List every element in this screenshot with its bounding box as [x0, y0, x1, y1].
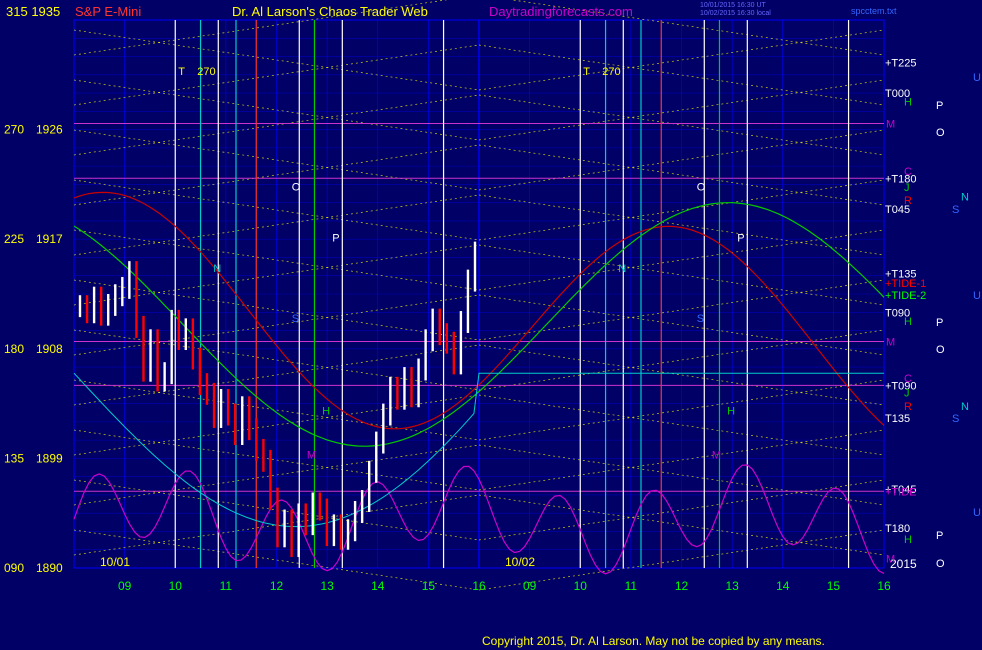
x-tick-hour: 15: [827, 579, 841, 593]
y-tick-deg: 225: [4, 232, 24, 246]
date-label: 10/01: [100, 555, 130, 569]
chart-svg: 090 1890 135 1899 180 1908 225 1917 270 1926 09 10 1…: [4, 0, 981, 593]
date-label: 10/02: [505, 555, 535, 569]
y-tick-deg: 180: [4, 342, 24, 356]
right-axis-label: H: [904, 534, 912, 546]
x-tick-hour: 11: [220, 579, 233, 593]
right-axis-label: H: [904, 97, 912, 109]
y-tick-deg: 270: [4, 123, 24, 137]
x-tick-hour: 16: [472, 579, 486, 593]
planet-letter: S: [697, 313, 704, 325]
right-axis-label: M: [886, 553, 895, 565]
planet-letter: S: [292, 313, 299, 325]
right-axis-label: +TIDE-1: [885, 278, 926, 290]
right-axis-label: T045: [885, 204, 910, 216]
x-tick-hour: 13: [320, 579, 334, 593]
right-axis-label: R: [904, 401, 912, 413]
far-right-label: O: [936, 558, 945, 570]
far-right-label: S: [952, 413, 959, 425]
x-tick-hour: 16: [877, 579, 891, 593]
far-right-label: O: [936, 344, 945, 356]
y-tick-price: 1926: [36, 123, 63, 137]
right-axis-label: M: [886, 119, 895, 131]
far-right-label: U: [973, 72, 981, 84]
right-axis-label: +T225: [885, 58, 917, 70]
x-tick-hour: 10: [169, 579, 183, 593]
right-axis-label: J: [904, 182, 910, 194]
axis-top-deg: 315: [6, 4, 28, 19]
x-tick-hour: 09: [523, 579, 537, 593]
x-tick-hour: 09: [118, 579, 132, 593]
instrument-name: S&P E-Mini: [75, 4, 142, 19]
annot-t: T: [178, 66, 185, 78]
copyright-notice: Copyright 2015, Dr. Al Larson. May not b…: [482, 634, 825, 648]
y-tick-price: 1917: [36, 232, 63, 246]
right-axis-label: M: [886, 336, 895, 348]
timestamp-local: 10/02/2015 16:30 local: [700, 10, 771, 17]
annot-270: 270: [197, 66, 215, 78]
x-tick-hour: 13: [725, 579, 739, 593]
far-right-label: U: [973, 290, 981, 302]
far-right-label: O: [936, 127, 945, 139]
far-right-label: S: [952, 204, 959, 216]
x-tick-hour: 12: [675, 579, 689, 593]
right-axis-label: +TIDE: [885, 486, 916, 498]
x-tick-hour: 14: [371, 579, 385, 593]
planet-letter: H: [322, 406, 330, 418]
x-tick-hour: 12: [270, 579, 284, 593]
axis-top-price: 1935: [31, 4, 61, 19]
y-tick-price: 1890: [36, 561, 63, 575]
planet-letter: P: [332, 233, 339, 245]
planet-letter: N: [618, 263, 626, 275]
right-axis-label: C: [904, 166, 912, 178]
annot-t: T: [583, 66, 590, 78]
site-url[interactable]: Daytradingforecasts.com: [489, 4, 633, 19]
x-tick-hour: 14: [776, 579, 790, 593]
planet-letter: N: [213, 263, 221, 275]
y-tick-price: 1908: [36, 342, 63, 356]
planet-letter: O: [697, 181, 706, 193]
timestamp-utc: 10/01/2015 16:30 UT: [700, 2, 766, 9]
right-axis-label: C: [904, 373, 912, 385]
y-tick-price: 1899: [36, 451, 63, 465]
planet-letter: M: [307, 449, 316, 461]
planet-letter: H: [727, 406, 735, 418]
site-title: Dr. Al Larson's Chaos Trader Web: [232, 4, 428, 19]
far-right-label: N: [961, 192, 969, 204]
far-right-label: P: [936, 530, 943, 542]
far-right-label: N: [961, 401, 969, 413]
planet-letter: O: [292, 181, 301, 193]
x-tick-hour: 10: [574, 579, 588, 593]
y-tick-deg: 090: [4, 561, 24, 575]
right-axis-label: +TIDE-2: [885, 290, 926, 302]
annot-270: 270: [602, 66, 620, 78]
right-axis-label: H: [904, 316, 912, 328]
y-tick-deg: 135: [4, 451, 24, 465]
right-axis-label: J: [904, 388, 910, 400]
x-tick-hour: 11: [625, 579, 638, 593]
far-right-label: P: [936, 317, 943, 329]
right-axis-label: T135: [885, 413, 910, 425]
planet-letter: M: [712, 449, 721, 461]
far-right-label: P: [936, 100, 943, 112]
file-name: spcctem.txt: [851, 6, 897, 16]
planet-letter: P: [737, 233, 744, 245]
far-right-label: U: [973, 507, 981, 519]
x-tick-hour: 15: [422, 579, 436, 593]
